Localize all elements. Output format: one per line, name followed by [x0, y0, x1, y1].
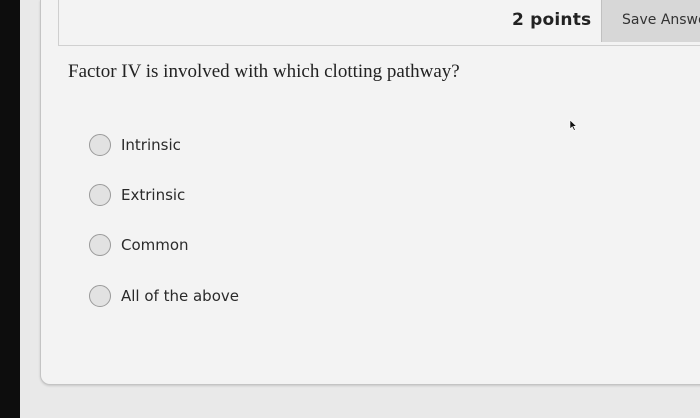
radio-button[interactable] [89, 234, 111, 256]
option-label: All of the above [121, 287, 239, 305]
header-divider [58, 45, 700, 46]
radio-button[interactable] [89, 285, 111, 307]
question-text: Factor IV is involved with which clottin… [68, 61, 460, 82]
save-answer-button[interactable]: Save Answe [601, 0, 700, 42]
radio-button[interactable] [89, 134, 111, 156]
option-label: Extrinsic [121, 186, 186, 204]
header-edge [58, 0, 59, 45]
radio-button[interactable] [89, 184, 111, 206]
points-label: 2 points [512, 10, 592, 30]
option-label: Common [121, 236, 189, 254]
mouse-pointer-icon [569, 119, 577, 131]
option-label: Intrinsic [121, 136, 181, 154]
